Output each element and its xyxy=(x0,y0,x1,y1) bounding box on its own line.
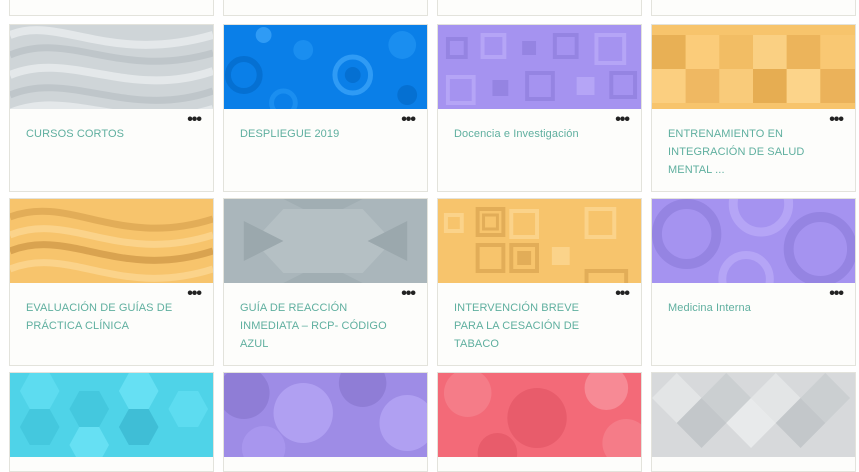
course-title[interactable]: INTERVENCIÓN BREVE PARA LA CESACIÓN DE T… xyxy=(454,299,604,353)
course-banner[interactable] xyxy=(10,373,213,457)
course-banner[interactable] xyxy=(224,199,427,283)
course-card-partial[interactable] xyxy=(437,372,642,472)
course-title[interactable]: Medicina Interna xyxy=(668,299,818,317)
course-menu-button[interactable]: ••• xyxy=(187,286,202,302)
course-menu-button[interactable]: ••• xyxy=(829,286,844,302)
course-title[interactable]: GUÍA DE REACCIÓN INMEDIATA – RCP- CÓDIGO… xyxy=(240,299,390,353)
course-card-docencia[interactable]: Docencia e Investigación ••• xyxy=(437,24,642,192)
course-card-evaluacion[interactable]: EVALUACIÓN DE GUÍAS DE PRÁCTICA CLÍNICA … xyxy=(9,198,214,366)
course-banner[interactable] xyxy=(10,25,213,109)
course-title[interactable]: DESPLIEGUE 2019 xyxy=(240,125,390,143)
course-banner[interactable] xyxy=(652,199,855,283)
course-menu-button[interactable]: ••• xyxy=(401,112,416,128)
course-card-intervencion[interactable]: INTERVENCIÓN BREVE PARA LA CESACIÓN DE T… xyxy=(437,198,642,366)
course-banner[interactable] xyxy=(438,25,641,109)
course-banner[interactable] xyxy=(10,199,213,283)
course-card-partial[interactable] xyxy=(651,372,856,472)
course-menu-button[interactable]: ••• xyxy=(615,112,630,128)
course-banner[interactable] xyxy=(652,25,855,109)
course-card-partial[interactable] xyxy=(9,0,214,16)
course-menu-button[interactable]: ••• xyxy=(401,286,416,302)
course-card-medicina-interna[interactable]: Medicina Interna ••• xyxy=(651,198,856,366)
course-card-despliegue-2019[interactable]: DESPLIEGUE 2019 ••• xyxy=(223,24,428,192)
course-card-partial[interactable] xyxy=(437,0,642,16)
course-card-partial[interactable] xyxy=(651,0,856,16)
course-banner[interactable] xyxy=(438,199,641,283)
course-menu-button[interactable]: ••• xyxy=(829,112,844,128)
course-banner[interactable] xyxy=(224,25,427,109)
course-card-cursos-cortos[interactable]: CURSOS CORTOS ••• xyxy=(9,24,214,192)
course-menu-button[interactable]: ••• xyxy=(615,286,630,302)
course-grid: CURSOS CORTOS ••• DESPLIEGUE 2019 ••• Do… xyxy=(0,0,859,472)
course-title[interactable]: EVALUACIÓN DE GUÍAS DE PRÁCTICA CLÍNICA xyxy=(26,299,176,335)
course-title[interactable]: Docencia e Investigación xyxy=(454,125,604,143)
course-banner[interactable] xyxy=(224,373,427,457)
course-menu-button[interactable]: ••• xyxy=(187,112,202,128)
course-card-guia-reaccion[interactable]: GUÍA DE REACCIÓN INMEDIATA – RCP- CÓDIGO… xyxy=(223,198,428,366)
course-title[interactable]: ENTRENAMIENTO EN INTEGRACIÓN DE SALUD ME… xyxy=(668,125,818,179)
course-card-partial[interactable] xyxy=(223,0,428,16)
course-banner[interactable] xyxy=(652,373,855,457)
course-card-partial[interactable] xyxy=(223,372,428,472)
course-card-entrenamiento[interactable]: ENTRENAMIENTO EN INTEGRACIÓN DE SALUD ME… xyxy=(651,24,856,192)
course-card-partial[interactable] xyxy=(9,372,214,472)
course-banner[interactable] xyxy=(438,373,641,457)
course-title[interactable]: CURSOS CORTOS xyxy=(26,125,176,143)
